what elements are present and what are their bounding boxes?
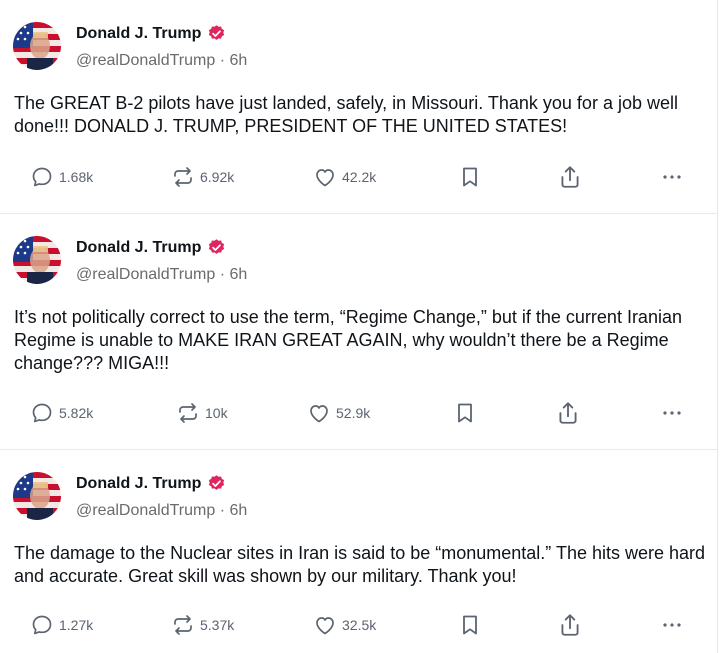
handle-row: @realDonaldTrump · 6h [76, 52, 247, 70]
bookmark-button[interactable] [459, 162, 481, 192]
action-bar: 5.82k 10k 52.9k [0, 398, 718, 428]
repost-count: 10k [205, 405, 228, 421]
author-name[interactable]: Donald J. Trump [76, 475, 201, 493]
share-button[interactable] [557, 610, 583, 640]
repost-button[interactable]: 5.37k [171, 610, 234, 640]
repost-icon [176, 401, 200, 425]
author-name[interactable]: Donald J. Trump [76, 25, 201, 43]
heart-icon [313, 165, 337, 189]
like-count: 42.2k [342, 169, 377, 185]
verified-badge-icon [207, 24, 226, 43]
verified-badge-icon [207, 474, 226, 493]
share-icon [557, 164, 583, 190]
more-icon [660, 613, 684, 637]
bookmark-icon [459, 165, 481, 189]
bookmark-button[interactable] [459, 610, 481, 640]
reply-icon [30, 401, 54, 425]
separator: · [219, 266, 226, 283]
bookmark-icon [459, 613, 481, 637]
more-icon [660, 165, 684, 189]
verified-badge-icon [207, 238, 226, 257]
share-icon [555, 400, 581, 426]
timestamp[interactable]: 6h [230, 52, 248, 69]
like-button[interactable]: 52.9k [307, 398, 370, 428]
repost-count: 5.37k [200, 617, 235, 633]
action-bar: 1.68k 6.92k 42.2k [0, 162, 718, 192]
heart-icon [313, 613, 337, 637]
separator: · [219, 502, 226, 519]
reply-icon [30, 165, 54, 189]
like-count: 52.9k [336, 405, 371, 421]
action-bar: 1.27k 5.37k 32.5k [0, 610, 718, 640]
reply-icon [30, 613, 54, 637]
reply-count: 1.68k [59, 169, 94, 185]
avatar[interactable] [13, 22, 61, 70]
reply-count: 1.27k [59, 617, 94, 633]
avatar[interactable] [13, 236, 61, 284]
timestamp[interactable]: 6h [230, 502, 248, 519]
repost-button[interactable]: 6.92k [171, 162, 234, 192]
timestamp[interactable]: 6h [230, 266, 248, 283]
more-button[interactable] [660, 610, 684, 640]
author-handle[interactable]: @realDonaldTrump [76, 502, 215, 519]
post-text: The damage to the Nuclear sites in Iran … [14, 543, 706, 586]
like-count: 32.5k [342, 617, 377, 633]
author-handle[interactable]: @realDonaldTrump [76, 52, 215, 69]
share-icon [557, 612, 583, 638]
repost-count: 6.92k [200, 169, 235, 185]
share-button[interactable] [555, 398, 581, 428]
avatar[interactable] [13, 472, 61, 520]
author-name[interactable]: Donald J. Trump [76, 239, 201, 257]
reply-button[interactable]: 1.68k [30, 162, 93, 192]
reply-button[interactable]: 5.82k [30, 398, 93, 428]
like-button[interactable]: 32.5k [313, 610, 376, 640]
like-button[interactable]: 42.2k [313, 162, 376, 192]
bookmark-button[interactable] [454, 398, 476, 428]
post[interactable]: Donald J. Trump @realDonaldTrump · 6h It… [0, 214, 717, 450]
post[interactable]: Donald J. Trump @realDonaldTrump · 6h Th… [0, 450, 717, 653]
handle-row: @realDonaldTrump · 6h [76, 266, 247, 284]
repost-button[interactable]: 10k [176, 398, 228, 428]
bookmark-icon [454, 401, 476, 425]
post-text: It’s not politically correct to use the … [14, 307, 682, 373]
handle-row: @realDonaldTrump · 6h [76, 502, 247, 520]
post-feed: Donald J. Trump @realDonaldTrump · 6h Th… [0, 0, 718, 653]
author-handle[interactable]: @realDonaldTrump [76, 266, 215, 283]
heart-icon [307, 401, 331, 425]
more-icon [660, 401, 684, 425]
repost-icon [171, 613, 195, 637]
reply-button[interactable]: 1.27k [30, 610, 93, 640]
reply-count: 5.82k [59, 405, 94, 421]
share-button[interactable] [557, 162, 583, 192]
repost-icon [171, 165, 195, 189]
more-button[interactable] [660, 398, 684, 428]
post[interactable]: Donald J. Trump @realDonaldTrump · 6h Th… [0, 0, 717, 214]
separator: · [219, 52, 226, 69]
more-button[interactable] [660, 162, 684, 192]
post-text: The GREAT B-2 pilots have just landed, s… [14, 93, 678, 136]
